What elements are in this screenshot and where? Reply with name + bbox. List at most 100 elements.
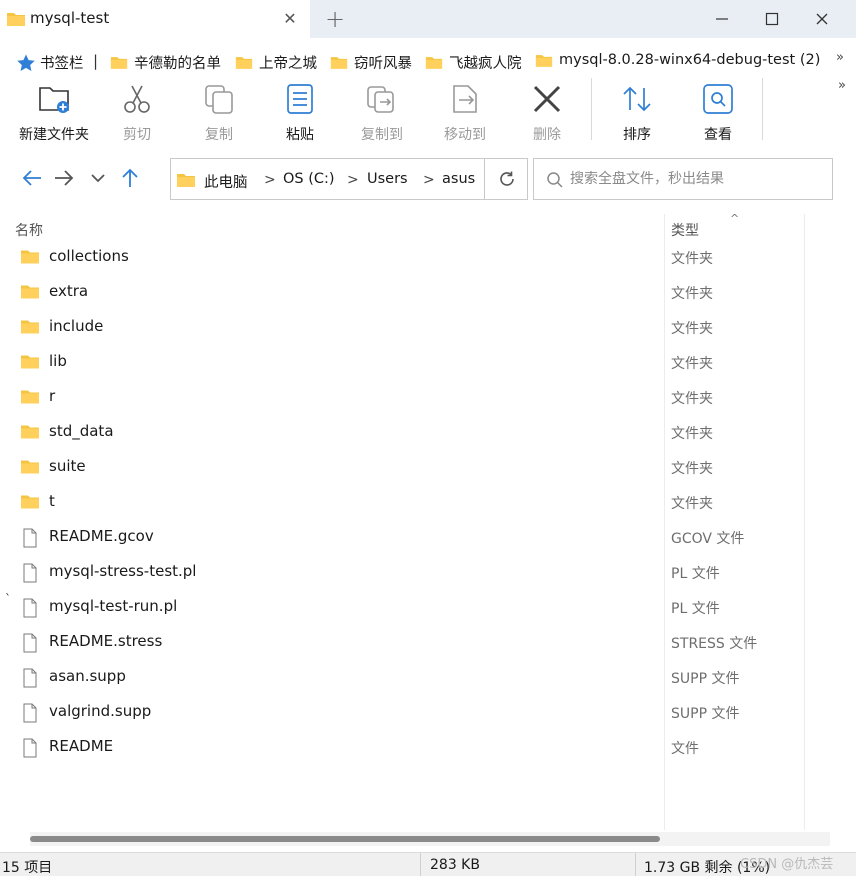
sort-button[interactable]: 排序: [596, 82, 678, 143]
file-row[interactable]: README.stress STRESS 文件: [0, 625, 800, 660]
copy-to-button[interactable]: 复制到: [341, 82, 423, 143]
close-window-button[interactable]: [802, 6, 842, 32]
folder-icon: [7, 13, 25, 26]
folder-icon: [20, 458, 40, 478]
refresh-button[interactable]: [484, 159, 528, 199]
delete-icon: [533, 85, 561, 113]
file-row[interactable]: README 文件: [0, 730, 800, 765]
tab-close-icon[interactable]: ✕: [281, 9, 299, 29]
file-row[interactable]: valgrind.supp SUPP 文件: [0, 695, 800, 730]
file-row[interactable]: r 文件夹: [0, 380, 800, 415]
file-row[interactable]: std_data 文件夹: [0, 415, 800, 450]
file-type: SUPP 文件: [671, 706, 740, 722]
minimize-icon: [716, 18, 728, 20]
file-type: 文件: [671, 741, 699, 757]
folder-icon: [330, 57, 348, 69]
up-button[interactable]: [118, 166, 142, 190]
file-row[interactable]: asan.supp SUPP 文件: [0, 660, 800, 695]
forward-button[interactable]: [52, 166, 76, 190]
bookmark-item[interactable]: mysql-8.0.28-winx64-debug-test (2): [535, 52, 820, 68]
file-icon: [22, 528, 42, 548]
cut-button[interactable]: 剪切: [96, 82, 178, 143]
file-row[interactable]: t 文件夹: [0, 485, 800, 520]
move-to-button[interactable]: 移动到: [424, 82, 506, 143]
column-divider[interactable]: [804, 214, 805, 830]
file-type: 文件夹: [671, 391, 713, 407]
folder-icon: [20, 493, 40, 513]
breadcrumb-chevron-icon[interactable]: >: [423, 172, 435, 188]
bookmark-label: mysql-8.0.28-winx64-debug-test (2): [559, 52, 821, 68]
file-name: r: [49, 387, 56, 405]
breadcrumb-item[interactable]: OS (C:): [283, 171, 335, 187]
bookmark-item[interactable]: 上帝之城: [235, 52, 317, 73]
file-type: 文件夹: [671, 426, 713, 442]
search-box[interactable]: [533, 158, 833, 200]
cut-label: 剪切: [123, 127, 151, 143]
scissors-icon: [124, 85, 150, 113]
minimize-button[interactable]: [702, 6, 742, 32]
breadcrumb-chevron-icon[interactable]: >: [347, 172, 359, 188]
search-input[interactable]: [570, 167, 826, 191]
file-name: mysql-test-run.pl: [49, 597, 178, 615]
toolbar-more-icon[interactable]: »: [838, 78, 846, 93]
file-name: collections: [49, 247, 129, 265]
horizontal-scrollbar[interactable]: [30, 832, 830, 846]
column-header-name[interactable]: 名称: [15, 220, 43, 240]
back-button[interactable]: [20, 166, 44, 190]
bookmark-item[interactable]: 飞越疯人院: [425, 52, 522, 73]
maximize-button[interactable]: [752, 6, 792, 32]
column-header-type[interactable]: 类型: [671, 220, 699, 240]
paste-button[interactable]: 粘贴: [259, 82, 341, 143]
breadcrumb-chevron-icon[interactable]: >: [264, 172, 276, 188]
bookmark-item[interactable]: 辛德勒的名单: [110, 52, 221, 73]
bookmark-root[interactable]: 书签栏: [16, 52, 84, 73]
address-bar[interactable]: 此电脑 > OS (C:) > Users > asus: [170, 158, 528, 200]
copy-button[interactable]: 复制: [178, 82, 260, 143]
file-icon: [22, 598, 42, 618]
file-name: suite: [49, 457, 86, 475]
file-row[interactable]: README.gcov GCOV 文件: [0, 520, 800, 555]
view-button[interactable]: 查看: [677, 82, 759, 143]
close-icon: [816, 13, 828, 25]
bookmarks-more-icon[interactable]: »: [836, 50, 844, 65]
refresh-icon: [499, 171, 514, 186]
view-label: 查看: [704, 127, 732, 143]
delete-label: 删除: [533, 127, 561, 143]
file-type: PL 文件: [671, 566, 720, 582]
chevron-down-icon: [91, 174, 105, 183]
bookmark-item[interactable]: 窃听风暴: [330, 52, 412, 73]
file-icon: [22, 668, 42, 688]
new-folder-icon: [39, 87, 69, 113]
file-name: asan.supp: [49, 667, 126, 685]
recent-locations-button[interactable]: [86, 166, 110, 190]
file-row[interactable]: lib 文件夹: [0, 345, 800, 380]
paste-label: 粘贴: [286, 127, 314, 143]
bookmark-label: 上帝之城: [259, 56, 317, 72]
scrollbar-thumb[interactable]: [30, 836, 660, 842]
breadcrumb-item[interactable]: 此电脑: [204, 171, 248, 192]
bookmark-root-label: 书签栏: [40, 56, 84, 72]
file-type: 文件夹: [671, 356, 713, 372]
file-row[interactable]: collections 文件夹: [0, 240, 800, 275]
copy-icon: [205, 85, 233, 114]
file-icon: [22, 563, 42, 583]
file-type: 文件夹: [671, 461, 713, 477]
move-to-icon: [453, 85, 477, 113]
new-tab-button[interactable]: +: [322, 4, 348, 34]
breadcrumb-item[interactable]: asus: [442, 171, 475, 187]
file-row[interactable]: include 文件夹: [0, 310, 800, 345]
breadcrumb-item[interactable]: Users: [367, 171, 408, 187]
bookmark-label: 飞越疯人院: [449, 56, 522, 72]
delete-button[interactable]: 删除: [506, 82, 588, 143]
file-name: lib: [49, 352, 67, 370]
file-icon: [22, 703, 42, 723]
file-row[interactable]: extra 文件夹: [0, 275, 800, 310]
file-icon: [22, 738, 42, 758]
status-divider: [420, 853, 421, 876]
new-folder-button[interactable]: 新建文件夹: [13, 82, 95, 143]
file-row[interactable]: suite 文件夹: [0, 450, 800, 485]
file-row[interactable]: mysql-stress-test.pl PL 文件: [0, 555, 800, 590]
active-tab[interactable]: mysql-test ✕: [0, 0, 310, 38]
file-row[interactable]: mysql-test-run.pl PL 文件: [0, 590, 800, 625]
move-to-label: 移动到: [444, 127, 486, 143]
